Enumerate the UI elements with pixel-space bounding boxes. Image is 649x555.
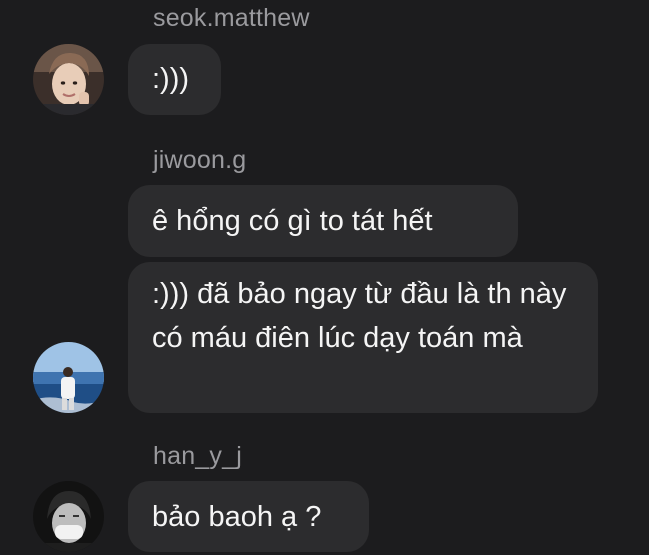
profile-photo-icon [33, 44, 104, 115]
message-bubble[interactable]: :))) đã bảo ngay từ đầu là th này có máu… [128, 262, 598, 413]
message-text: ê hổng có gì to tát hết [152, 205, 433, 237]
sender-name[interactable]: jiwoon.g [153, 146, 246, 175]
message-bubble[interactable]: bảo baoh ạ ? [128, 481, 369, 552]
profile-photo-icon [33, 342, 104, 413]
message-text: :))) đã bảo ngay từ đầu là th này có máu… [152, 278, 567, 354]
message-bubble[interactable]: :))) [128, 44, 221, 115]
avatar[interactable] [33, 44, 104, 115]
profile-photo-icon [33, 481, 104, 552]
message-text: bảo baoh ạ ? [152, 501, 322, 533]
message-bubble[interactable]: ê hổng có gì to tát hết [128, 185, 518, 257]
sender-name[interactable]: seok.matthew [153, 4, 310, 33]
sender-name[interactable]: han_y_j [153, 442, 242, 471]
avatar[interactable] [33, 342, 104, 413]
avatar[interactable] [33, 481, 104, 552]
message-text: :))) [152, 63, 190, 95]
